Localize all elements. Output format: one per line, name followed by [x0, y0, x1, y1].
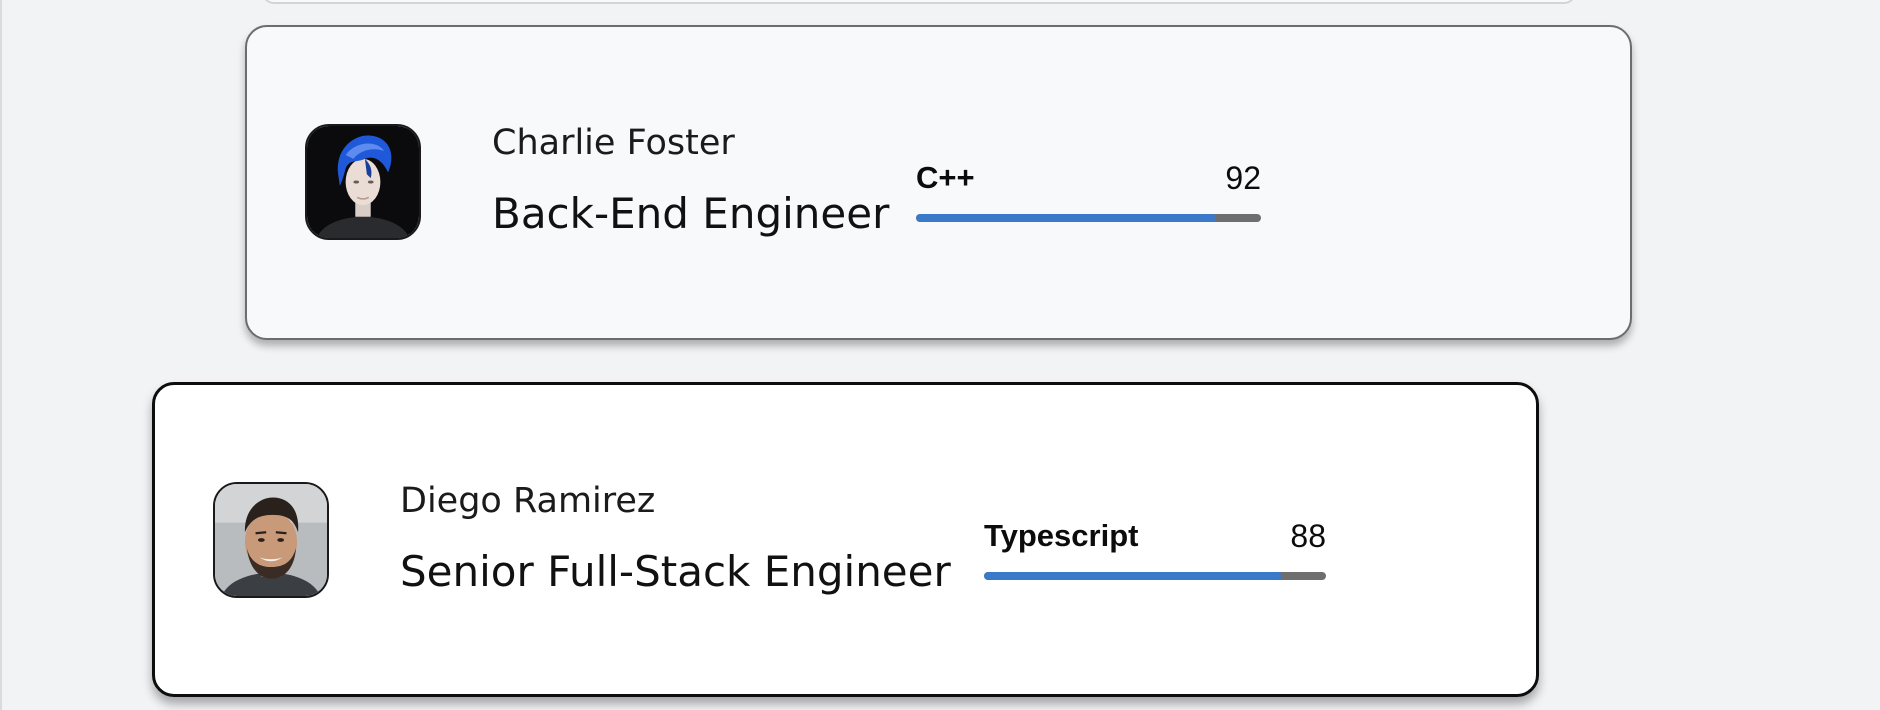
avatar-photo-blue-hair	[307, 126, 419, 238]
previous-card-edge	[262, 0, 1576, 4]
avatar	[213, 482, 329, 598]
person-name: Diego Ramirez	[400, 481, 656, 521]
skill-meter: C++ 92	[916, 160, 1261, 230]
skill-bar-track	[916, 214, 1261, 222]
person-role: Senior Full-Stack Engineer	[400, 547, 951, 596]
skill-score: 88	[1290, 518, 1326, 554]
left-border	[0, 0, 2, 710]
profile-card[interactable]: Charlie Foster Back-End Engineer C++ 92	[245, 25, 1632, 340]
skill-score: 92	[1225, 160, 1261, 196]
person-role: Back-End Engineer	[492, 189, 890, 238]
avatar-photo-bearded-man	[215, 484, 327, 596]
skill-bar-track	[984, 572, 1326, 580]
skill-bar-fill	[984, 572, 1282, 580]
avatar	[305, 124, 421, 240]
skill-meter: Typescript 88	[984, 518, 1326, 588]
skill-bar-fill	[916, 214, 1217, 222]
profile-card[interactable]: Diego Ramirez Senior Full-Stack Engineer…	[152, 382, 1539, 697]
person-name: Charlie Foster	[492, 123, 735, 163]
page-canvas: Charlie Foster Back-End Engineer C++ 92	[0, 0, 1880, 710]
skill-label: Typescript	[984, 518, 1139, 553]
skill-label: C++	[916, 160, 975, 195]
